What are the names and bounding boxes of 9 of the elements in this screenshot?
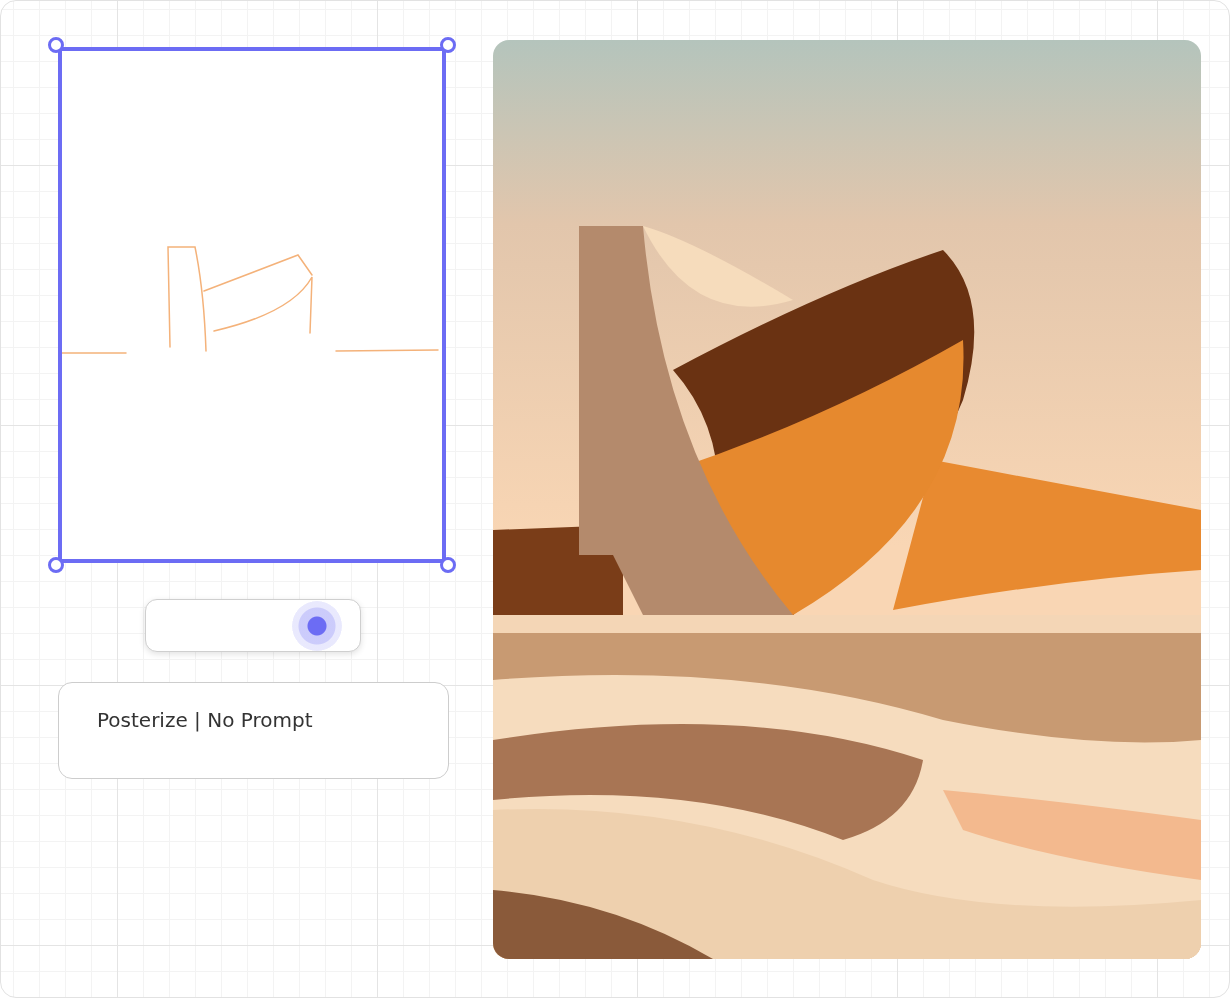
slider-track[interactable] [145, 599, 361, 652]
resize-handle[interactable] [440, 557, 456, 573]
sketch-frame[interactable] [58, 47, 446, 563]
resize-handle[interactable] [440, 37, 456, 53]
resize-handle[interactable] [48, 557, 64, 573]
prompt-box[interactable]: Posterize | No Prompt [58, 682, 449, 779]
resize-handle[interactable] [48, 37, 64, 53]
slider-thumb[interactable] [292, 600, 343, 651]
prompt-text: Posterize | No Prompt [97, 708, 313, 732]
